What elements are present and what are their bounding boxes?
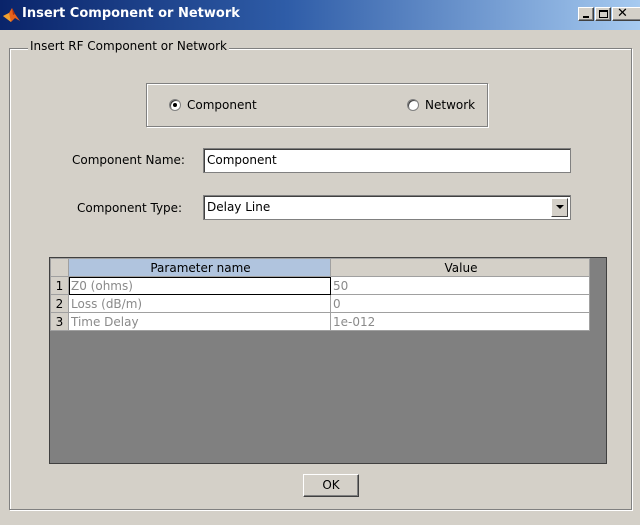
parameter-name-cell[interactable]: Time Delay <box>68 312 331 331</box>
parameter-name-cell[interactable]: Z0 (ohms) <box>68 276 331 295</box>
component-type-value: Delay Line <box>207 200 271 214</box>
column-header-value[interactable]: Value <box>330 258 590 277</box>
dropdown-button[interactable] <box>551 198 568 217</box>
matlab-logo-icon <box>2 6 22 24</box>
table-header-row: Parameter name Value <box>50 258 590 277</box>
window-title: Insert Component or Network <box>22 6 240 21</box>
maximize-icon <box>599 10 608 18</box>
table-row[interactable]: 3 Time Delay 1e-012 <box>50 312 590 331</box>
network-radio-label[interactable]: Network <box>425 98 475 112</box>
minimize-button[interactable] <box>578 7 594 21</box>
parameter-value-cell[interactable]: 0 <box>330 294 590 313</box>
component-name-input[interactable]: Component <box>203 148 571 173</box>
component-type-select[interactable]: Delay Line <box>203 195 571 220</box>
parameter-table[interactable]: Parameter name Value 1 Z0 (ohms) 50 2 Lo… <box>49 257 607 464</box>
mode-radio-panel: Component Network <box>146 83 488 127</box>
row-number: 1 <box>50 276 69 295</box>
chevron-down-icon <box>556 205 564 209</box>
column-header-parameter-name[interactable]: Parameter name <box>68 258 331 277</box>
radio-selected-dot <box>173 103 177 107</box>
component-radio-label[interactable]: Component <box>187 98 257 112</box>
minimize-icon <box>583 16 589 18</box>
maximize-button[interactable] <box>595 7 611 21</box>
table-row[interactable]: 1 Z0 (ohms) 50 <box>50 276 590 295</box>
ok-button[interactable]: OK <box>303 474 359 497</box>
table-corner <box>50 258 69 277</box>
row-number: 3 <box>50 312 69 331</box>
parameter-value-cell[interactable]: 50 <box>330 276 590 295</box>
title-bar[interactable]: Insert Component or Network ✕ <box>0 0 640 30</box>
close-icon: ✕ <box>617 6 628 21</box>
row-number: 2 <box>50 294 69 313</box>
group-label: Insert RF Component or Network <box>28 39 229 53</box>
component-name-label: Component Name: <box>72 153 185 167</box>
table-row[interactable]: 2 Loss (dB/m) 0 <box>50 294 590 313</box>
component-type-label: Component Type: <box>77 201 183 215</box>
close-button[interactable]: ✕ <box>612 7 640 21</box>
network-radio[interactable] <box>407 99 419 111</box>
parameter-value-cell[interactable]: 1e-012 <box>330 312 590 331</box>
parameter-name-cell[interactable]: Loss (dB/m) <box>68 294 331 313</box>
component-radio[interactable] <box>169 99 181 111</box>
